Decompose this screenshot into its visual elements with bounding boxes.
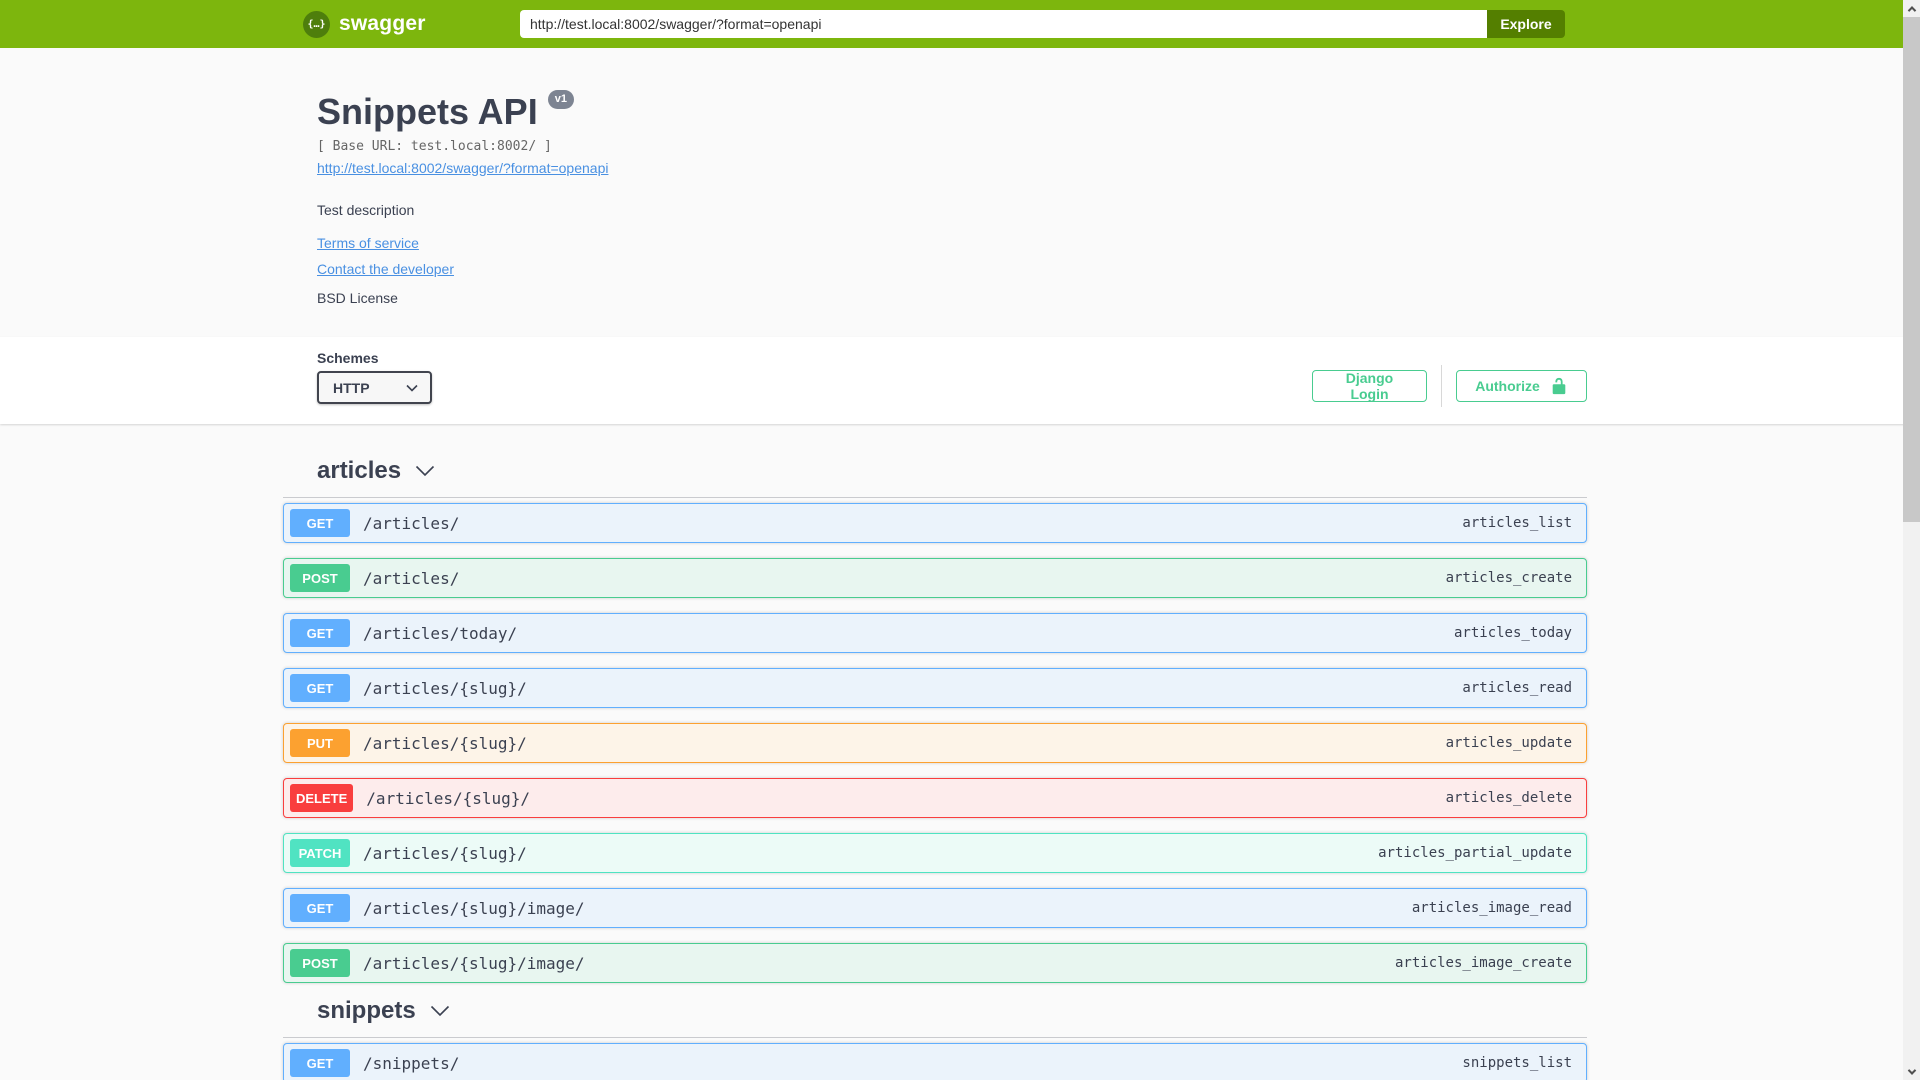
swagger-logo-icon: {…}	[303, 10, 330, 38]
endpoint-path: /articles/{slug}/	[363, 678, 527, 698]
info-section: Snippets API v1 [ Base URL: test.local:80…	[0, 48, 1920, 337]
operation-id: articles_update	[1445, 735, 1572, 751]
operation-id: articles_today	[1453, 625, 1572, 641]
scrollbar-thumb[interactable]	[1903, 17, 1920, 522]
scroll-up-icon[interactable]	[1903, 0, 1920, 17]
endpoint-list: GET /articles/ articles_list POST /artic…	[283, 503, 1587, 983]
license-text: BSD License	[317, 290, 398, 306]
api-tag-section: articles GET /articles/ articles_list PO…	[283, 458, 1587, 983]
terms-of-service-link[interactable]: Terms of service	[317, 235, 419, 251]
endpoint-row[interactable]: GET /articles/{slug}/image/ articles_ima…	[283, 888, 1587, 928]
django-login-label: Django Login	[1345, 370, 1394, 402]
schemes-selected-value: HTTP	[333, 379, 370, 396]
django-login-button[interactable]: Django Login	[1312, 370, 1427, 402]
endpoint-row[interactable]: POST /articles/{slug}/image/ articles_im…	[283, 943, 1587, 983]
endpoint-path: /articles/{slug}/	[366, 788, 531, 808]
operation-id: articles_delete	[1445, 790, 1572, 806]
endpoint-row[interactable]: DELETE /articles/{slug}/ articles_delete	[283, 778, 1587, 818]
endpoint-path: /articles/	[363, 513, 460, 533]
operation-id: articles_read	[1462, 680, 1572, 696]
api-title-text: Snippets API	[317, 91, 538, 132]
endpoint-row[interactable]: PUT /articles/{slug}/ articles_update	[283, 723, 1587, 763]
endpoint-path: /articles/{slug}/	[363, 843, 527, 863]
endpoint-path: /snippets/	[363, 1053, 460, 1073]
contact-developer-link[interactable]: Contact the developer	[317, 261, 454, 277]
endpoint-row[interactable]: GET /articles/{slug}/ articles_read	[283, 668, 1587, 708]
endpoint-path: /articles/today/	[363, 623, 518, 643]
method-badge: GET	[290, 674, 350, 702]
method-badge: POST	[290, 949, 350, 977]
chevron-down-icon	[406, 384, 418, 392]
version-badge: v1	[547, 90, 574, 109]
authorize-button[interactable]: Authorize	[1456, 370, 1587, 402]
swagger-logo[interactable]: {…} swagger	[303, 0, 426, 48]
endpoint-row[interactable]: GET /articles/ articles_list	[283, 503, 1587, 543]
auth-divider	[1441, 365, 1442, 407]
endpoint-row[interactable]: POST /articles/ articles_create	[283, 558, 1587, 598]
topbar: {…} swagger Explore	[0, 0, 1920, 48]
swagger-ui-page: {…} swagger Explore Snippets API v1 [ Bas…	[0, 0, 1920, 1080]
scroll-down-icon[interactable]	[1903, 1063, 1920, 1080]
chevron-down-icon[interactable]	[415, 465, 435, 477]
endpoint-path: /articles/{slug}/	[363, 733, 527, 753]
method-badge: GET	[290, 894, 350, 922]
auth-wrapper: Django Login Authorize	[1312, 365, 1587, 407]
method-badge: POST	[290, 564, 350, 592]
spec-url-input[interactable]	[520, 10, 1487, 38]
method-badge: GET	[290, 619, 350, 647]
base-url-text: [ Base URL: test.local:8002/ ]	[317, 139, 552, 154]
spec-url-bar: Explore	[520, 10, 1565, 38]
operation-id: articles_create	[1445, 570, 1572, 586]
section-title: articles	[317, 457, 402, 484]
swagger-logo-text: swagger	[339, 12, 426, 35]
method-badge: GET	[290, 509, 350, 537]
operation-id: articles_list	[1462, 515, 1572, 531]
page-title: Snippets API v1	[317, 90, 608, 132]
authorize-label: Authorize	[1475, 378, 1540, 394]
method-badge: PUT	[290, 729, 350, 757]
endpoint-row[interactable]: PATCH /articles/{slug}/ articles_partial…	[283, 833, 1587, 873]
endpoint-list: GET /snippets/ snippets_list	[283, 1043, 1587, 1080]
operation-id: snippets_list	[1462, 1055, 1572, 1071]
endpoint-path: /articles/{slug}/image/	[363, 898, 585, 918]
endpoint-row[interactable]: GET /articles/today/ articles_today	[283, 613, 1587, 653]
section-header[interactable]: snippets	[283, 998, 1587, 1038]
api-tag-section: snippets GET /snippets/ snippets_list	[283, 998, 1587, 1080]
operation-id: articles_partial_update	[1378, 845, 1572, 861]
endpoint-path: /articles/	[363, 568, 460, 588]
scheme-container: Schemes HTTP Django Login Authorize	[0, 337, 1920, 424]
endpoint-row[interactable]: GET /snippets/ snippets_list	[283, 1043, 1587, 1080]
schemes-select[interactable]: HTTP	[317, 371, 432, 404]
chevron-down-icon[interactable]	[430, 1005, 450, 1017]
explore-button[interactable]: Explore	[1487, 10, 1565, 38]
method-badge: GET	[290, 1049, 350, 1077]
section-title: snippets	[317, 997, 416, 1024]
spec-link[interactable]: http://test.local:8002/swagger/?format=o…	[317, 160, 608, 176]
scrollbar[interactable]	[1903, 0, 1920, 1080]
method-badge: PATCH	[290, 839, 350, 867]
schemes-label: Schemes	[317, 350, 379, 366]
sections: articles GET /articles/ articles_list PO…	[283, 458, 1587, 1080]
unlock-icon	[1552, 377, 1566, 395]
method-badge: DELETE	[290, 784, 354, 812]
operations-container: articles GET /articles/ articles_list PO…	[283, 424, 1587, 1080]
operation-id: articles_image_create	[1394, 955, 1572, 971]
operation-id: articles_image_read	[1411, 900, 1572, 916]
api-description: Test description	[317, 202, 415, 218]
endpoint-path: /articles/{slug}/image/	[363, 953, 585, 973]
section-header[interactable]: articles	[283, 458, 1587, 498]
